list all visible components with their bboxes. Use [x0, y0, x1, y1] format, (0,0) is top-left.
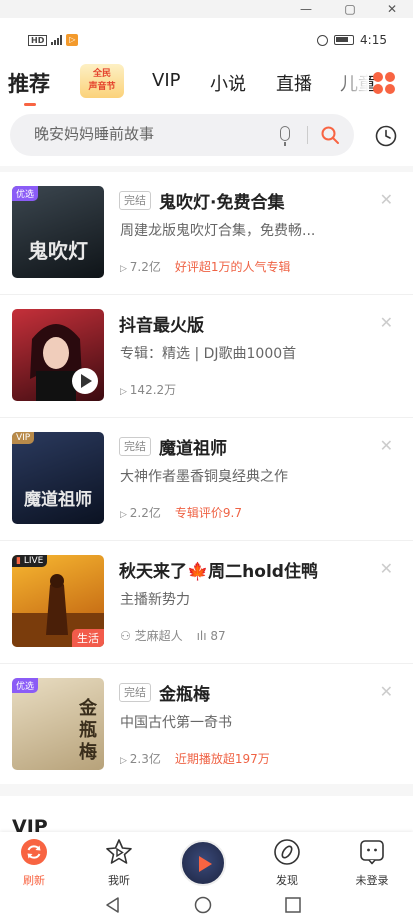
highlight-text: 近期播放超197万: [174, 752, 270, 766]
album-cover[interactable]: 优选 金瓶梅: [12, 678, 104, 770]
item-title: 抖音最火版: [119, 316, 204, 336]
battery-icon: [334, 35, 355, 45]
top-tabs: 推荐 全民 声音节 VIP 小说 直播 儿童: [0, 62, 413, 106]
play-count: 7.2亿: [129, 260, 161, 274]
dismiss-icon[interactable]: ✕: [380, 682, 393, 701]
refresh-icon: [21, 839, 47, 865]
dismiss-icon[interactable]: ✕: [380, 559, 393, 578]
dismiss-icon[interactable]: ✕: [380, 190, 393, 209]
close-window-icon[interactable]: ✕: [384, 1, 400, 17]
item-title: 秋天来了🍁周二hold住鸭: [119, 562, 318, 582]
item-title: 魔道祖师: [159, 439, 227, 459]
cover-art-text: 魔道祖师: [24, 490, 92, 510]
cover-tag: VIP: [12, 432, 35, 444]
highlight-text: 好评超1万的人气专辑: [174, 260, 291, 274]
alarm-icon: [317, 34, 329, 46]
signal-icon: [51, 35, 63, 45]
status-bar: HD ▷ 4:15: [0, 18, 413, 62]
star-play-icon: [106, 839, 132, 864]
clock-time: 4:15: [360, 33, 387, 47]
list-item[interactable]: ▮ LIVE 生活 秋天来了🍁周二hold住鸭 主播新势力 ⚇ 芝麻超人 ılı…: [0, 541, 413, 664]
complete-tag: 完结: [119, 683, 151, 702]
play-count-icon: ▷: [120, 510, 130, 520]
nav-discover[interactable]: 发现: [261, 838, 313, 888]
nav-my-listen[interactable]: 我听: [93, 838, 145, 888]
app-notification-icon: ▷: [66, 34, 79, 46]
bottom-nav: 刷新 我听 发现 未登录: [0, 832, 413, 890]
album-cover[interactable]: 优选 鬼吹灯: [12, 186, 104, 278]
play-count: 2.2亿: [129, 506, 161, 520]
dismiss-icon[interactable]: ✕: [380, 436, 393, 455]
cover-artwork: [30, 324, 98, 401]
cover-art-text: 金瓶梅: [79, 698, 97, 763]
search-row: [0, 106, 413, 166]
list-item[interactable]: 抖音最火版 专辑：精选 | DJ歌曲1000首 ▷ 142.2万 ✕: [0, 295, 413, 418]
item-subtitle: 中国古代第一奇书: [120, 715, 232, 731]
play-count: 142.2万: [129, 383, 177, 397]
nav-account[interactable]: 未登录: [346, 838, 398, 888]
play-count-icon: ▷: [120, 756, 130, 766]
system-nav-bar: [0, 890, 413, 922]
item-subtitle: 大神作者墨香铜臭经典之作: [120, 469, 288, 485]
cover-tag: 优选: [12, 186, 39, 201]
complete-tag: 完结: [119, 437, 151, 456]
listeners-icon: ılı: [196, 628, 211, 643]
category-label: 生活: [72, 629, 104, 647]
tab-live[interactable]: 直播: [276, 70, 312, 96]
home-icon[interactable]: [194, 896, 212, 914]
list-item[interactable]: 优选 鬼吹灯 完结 鬼吹灯·免费合集 周建龙版鬼吹灯合集，免费畅... ▷ 7.…: [0, 172, 413, 295]
item-subtitle: 专辑：精选 | DJ歌曲1000首: [120, 346, 297, 362]
item-subtitle: 主播新势力: [120, 592, 190, 608]
tab-vip[interactable]: VIP: [152, 70, 180, 91]
search-input[interactable]: [34, 125, 264, 143]
item-title: 鬼吹灯·免费合集: [159, 193, 285, 213]
back-icon[interactable]: [104, 896, 122, 914]
search-bar[interactable]: [10, 114, 354, 156]
tab-recommend[interactable]: 推荐: [8, 68, 50, 106]
list-item[interactable]: 优选 金瓶梅 完结 金瓶梅 中国古代第一奇书 ▷ 2.3亿 近期播放超197万 …: [0, 664, 413, 787]
cover-tag: 优选: [12, 678, 39, 693]
compass-icon: [274, 839, 300, 865]
feed-list: 优选 鬼吹灯 完结 鬼吹灯·免费合集 周建龙版鬼吹灯合集，免费畅... ▷ 7.…: [0, 172, 413, 787]
account-icon: [360, 840, 384, 865]
item-subtitle: 周建龙版鬼吹灯合集，免费畅...: [120, 223, 316, 239]
live-badge: ▮ LIVE: [12, 555, 48, 567]
album-cover[interactable]: [12, 309, 104, 401]
album-cover[interactable]: ▮ LIVE 生活: [12, 555, 104, 647]
play-count: 2.3亿: [129, 752, 161, 766]
nav-refresh[interactable]: 刷新: [8, 838, 60, 888]
play-count-icon: ▷: [120, 387, 130, 397]
listener-count: 87: [210, 628, 226, 643]
search-icon[interactable]: [320, 125, 340, 145]
microphone-icon[interactable]: [280, 126, 290, 146]
history-icon[interactable]: [375, 125, 397, 147]
now-playing-button[interactable]: [180, 840, 226, 886]
dismiss-icon[interactable]: ✕: [380, 313, 393, 332]
host-icon: ⚇: [120, 629, 135, 643]
hd-icon: HD: [28, 34, 48, 46]
window-title-bar: — ▢ ✕: [0, 0, 413, 18]
recents-icon[interactable]: [284, 896, 302, 914]
album-cover[interactable]: VIP 魔道祖师: [12, 432, 104, 524]
maximize-icon[interactable]: ▢: [342, 1, 358, 17]
complete-tag: 完结: [119, 191, 151, 210]
minimize-icon[interactable]: —: [298, 1, 314, 17]
festival-badge[interactable]: 全民 声音节: [80, 64, 124, 98]
item-title: 金瓶梅: [159, 685, 210, 705]
tab-novel[interactable]: 小说: [210, 70, 246, 96]
cover-art-text: 鬼吹灯: [28, 239, 88, 263]
list-item[interactable]: VIP 魔道祖师 完结 魔道祖师 大神作者墨香铜臭经典之作 ▷ 2.2亿 专辑评…: [0, 418, 413, 541]
all-categories-icon[interactable]: [373, 72, 395, 94]
play-count-icon: ▷: [120, 264, 130, 274]
highlight-text: 专辑评价9.7: [174, 506, 242, 520]
host-name: 芝麻超人: [134, 629, 183, 643]
